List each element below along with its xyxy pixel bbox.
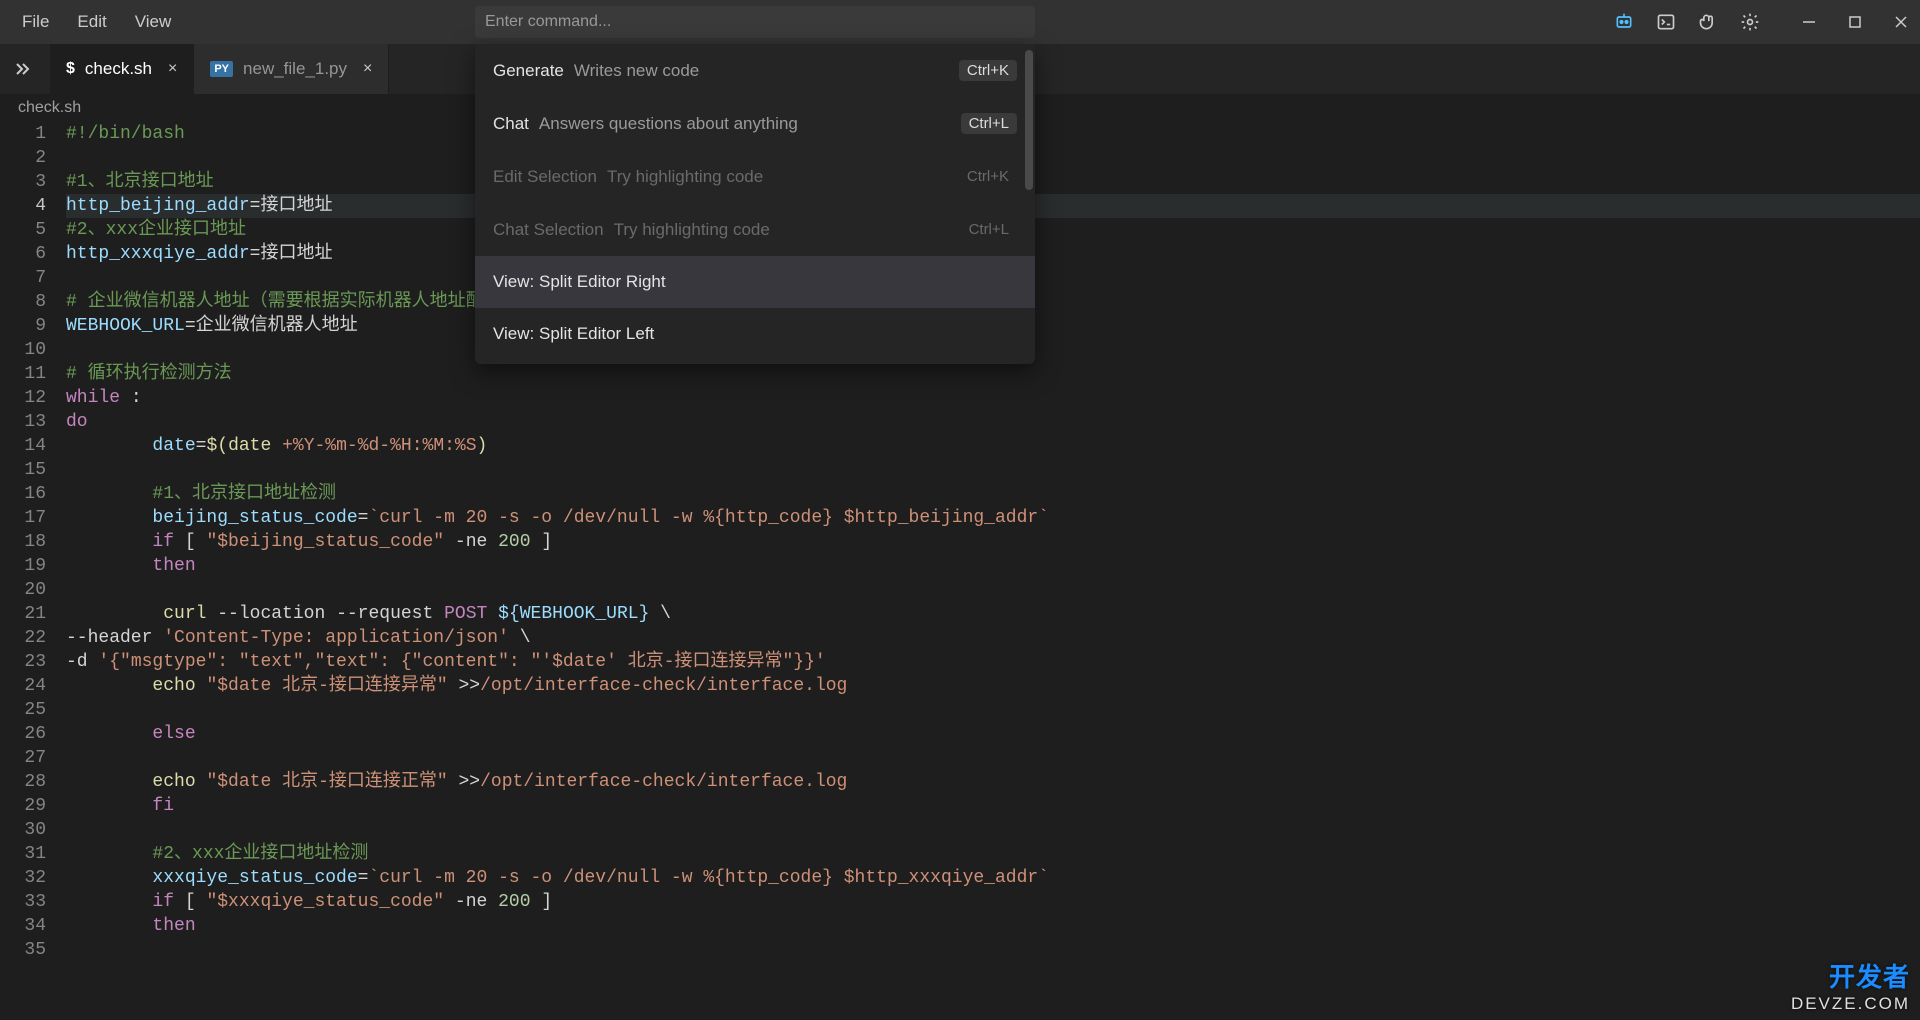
palette-item-desc: Writes new code [574,61,699,80]
tab-label: check.sh [85,59,152,79]
palette-item-5[interactable]: View: Split Editor Left [475,308,1035,360]
command-input[interactable] [475,13,1035,31]
palette-item-desc: Try highlighting code [607,167,763,186]
palette-item-shortcut: Ctrl+L [961,113,1017,134]
gear-icon[interactable] [1740,12,1760,32]
menu-bar: File Edit View [8,4,185,40]
shell-file-icon: $ [66,60,75,78]
palette-item-0[interactable]: Generate Writes new code Ctrl+K [475,44,1035,97]
tab-close-icon[interactable]: × [363,60,372,78]
command-input-wrap[interactable] [475,6,1035,38]
wave-icon[interactable] [1698,12,1718,32]
titlebar: File Edit View [0,0,1920,44]
palette-item-1[interactable]: Chat Answers questions about anything Ctrl… [475,97,1035,150]
window-controls [1800,13,1910,31]
maximize-icon[interactable] [1846,13,1864,31]
palette-item-desc: Answers questions about anything [539,114,798,133]
palette-scrollbar[interactable] [1025,50,1033,190]
tab-label: new_file_1.py [243,59,347,79]
palette-item-label: Chat [493,114,529,133]
tab-close-icon[interactable]: × [168,60,177,78]
watermark-bottom: DEVZE.COM [1791,994,1910,1014]
palette-item-label: Edit Selection [493,167,597,186]
palette-item-label: Generate [493,61,564,80]
python-file-icon: PY [210,61,233,77]
palette-item-shortcut: Ctrl+L [961,219,1017,240]
titlebar-icons [1614,12,1910,32]
palette-item-label: View: Split Editor Left [493,324,654,343]
watermark: 开发者 DEVZE.COM [1791,957,1910,1014]
menu-file[interactable]: File [8,4,63,40]
command-palette: Generate Writes new code Ctrl+K Chat Answers… [475,44,1035,364]
palette-item-shortcut: Ctrl+K [959,166,1017,187]
minimize-icon[interactable] [1800,13,1818,31]
menu-view[interactable]: View [121,4,186,40]
close-icon[interactable] [1892,13,1910,31]
palette-item-3: Chat Selection Try highlighting code Ctrl+… [475,203,1035,256]
terminal-icon[interactable] [1656,12,1676,32]
menu-edit[interactable]: Edit [63,4,120,40]
palette-item-4[interactable]: View: Split Editor Right [475,256,1035,308]
palette-item-label: Chat Selection [493,220,604,239]
tab-new-file-py[interactable]: PY new_file_1.py × [194,44,389,94]
palette-item-2: Edit Selection Try highlighting code Ctrl+… [475,150,1035,203]
ai-icon[interactable] [1614,12,1634,32]
palette-item-desc: Try highlighting code [614,220,770,239]
line-gutter: 1234567891011121314151617181920212223242… [0,122,66,1020]
palette-item-label: View: Split Editor Right [493,272,666,291]
watermark-top: 开发者 [1791,957,1910,994]
palette-item-shortcut: Ctrl+K [959,60,1017,81]
tab-check-sh[interactable]: $ check.sh × [50,44,194,94]
tab-overflow-icon[interactable] [0,44,50,94]
